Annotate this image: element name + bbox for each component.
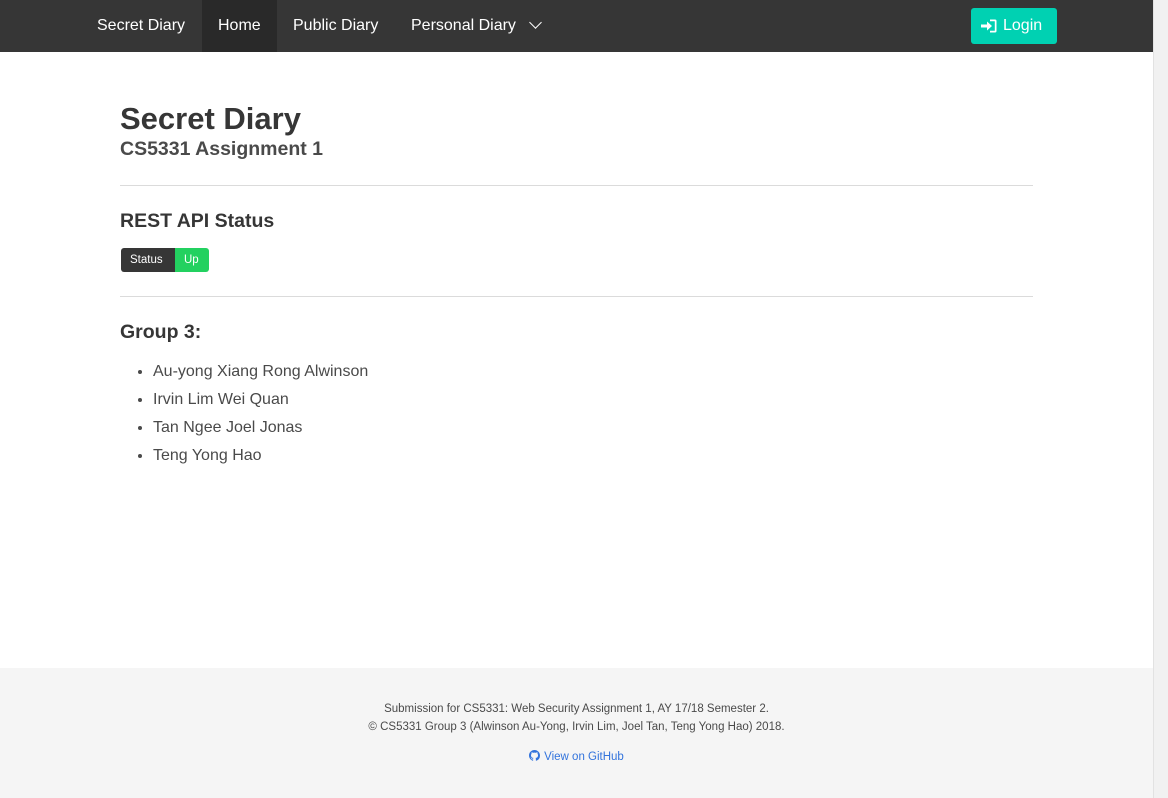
page: Secret Diary Home Public Diary Personal …: [0, 0, 1153, 798]
group-heading: Group 3:: [120, 321, 202, 343]
login-label: Login: [1003, 17, 1043, 34]
divider: [120, 296, 1033, 297]
member-list: Au-yong Xiang Rong Alwinson Irvin Lim We…: [120, 358, 368, 470]
footer: Submission for CS5331: Web Security Assi…: [0, 668, 1153, 798]
list-item: Teng Yong Hao: [153, 442, 368, 470]
nav-item-home[interactable]: Home: [202, 0, 277, 52]
status-badge-value: Up: [175, 248, 209, 272]
github-link-label: View on GitHub: [544, 751, 624, 763]
list-item: Irvin Lim Wei Quan: [153, 386, 368, 414]
footer-copyright-text: © CS5331 Group 3 (Alwinson Au-Yong, Irvi…: [368, 721, 785, 733]
chevron-down-icon: [529, 16, 542, 29]
page-subtitle: CS5331 Assignment 1: [120, 138, 324, 160]
status-badge: Status Up: [121, 248, 209, 272]
api-status-heading: REST API Status: [120, 210, 275, 232]
divider: [120, 185, 1033, 186]
navbar: Secret Diary Home Public Diary Personal …: [0, 0, 1153, 52]
status-badge-key: Status: [121, 248, 175, 272]
nav-item-personal-diary-label: Personal Diary: [411, 17, 516, 34]
scrollbar[interactable]: [1153, 0, 1168, 798]
github-icon: [529, 750, 541, 761]
list-item: Au-yong Xiang Rong Alwinson: [153, 358, 368, 386]
nav-item-public-diary[interactable]: Public Diary: [277, 0, 394, 52]
page-title: Secret Diary: [120, 101, 301, 136]
sign-in-icon: [981, 19, 997, 33]
login-button[interactable]: Login: [971, 8, 1057, 44]
nav-item-personal-diary[interactable]: Personal Diary: [395, 0, 556, 52]
navbar-brand[interactable]: Secret Diary: [81, 0, 201, 52]
github-link[interactable]: View on GitHub: [0, 749, 1153, 765]
footer-submission-text: Submission for CS5331: Web Security Assi…: [384, 703, 769, 715]
list-item: Tan Ngee Joel Jonas: [153, 414, 368, 442]
